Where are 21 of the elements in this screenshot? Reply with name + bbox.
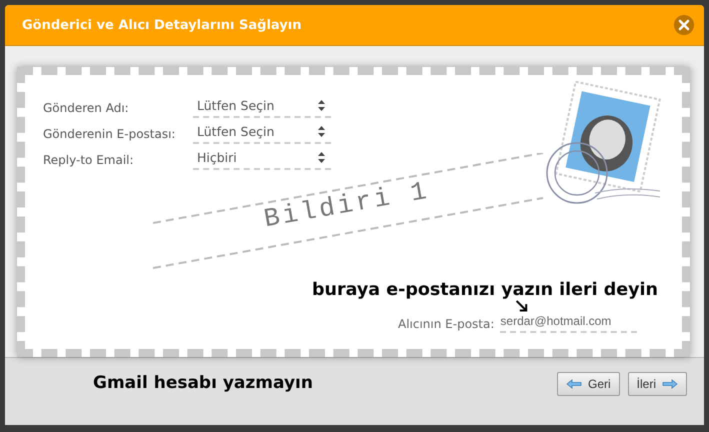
recipient-email-field[interactable]: serdar@hotmail.com [500,314,638,333]
recipient-label: Alıcının E-posta: [398,316,494,330]
sort-arrows-icon [318,152,325,163]
next-button[interactable]: İleri [628,372,687,396]
notice-title: Bildiri 1 [262,176,432,234]
right-arrow-icon [662,379,678,389]
field-label: Reply-to Email: [43,153,135,167]
field-label: Gönderenin E-postası: [43,127,176,141]
select-dropdown[interactable]: Hiçbiri [193,150,331,170]
dialog-title: Gönderici ve Alıcı Detaylarını Sağlayın [22,18,302,32]
sort-arrows-icon [318,126,325,137]
select-dropdown[interactable]: Lütfen Seçin [193,124,331,144]
back-button[interactable]: Geri [556,372,620,396]
select-dropdown[interactable]: Lütfen Seçin [193,98,331,118]
annotation-text: buraya e-postanızı yazın ileri deyin [312,280,658,300]
field-label: Gönderen Adı: [43,101,130,115]
annotation-text: Gmail hesabı yazmayın [93,373,313,393]
left-arrow-icon [566,379,582,389]
close-button[interactable] [674,15,694,35]
sort-arrows-icon [318,100,325,111]
close-icon [678,19,690,31]
